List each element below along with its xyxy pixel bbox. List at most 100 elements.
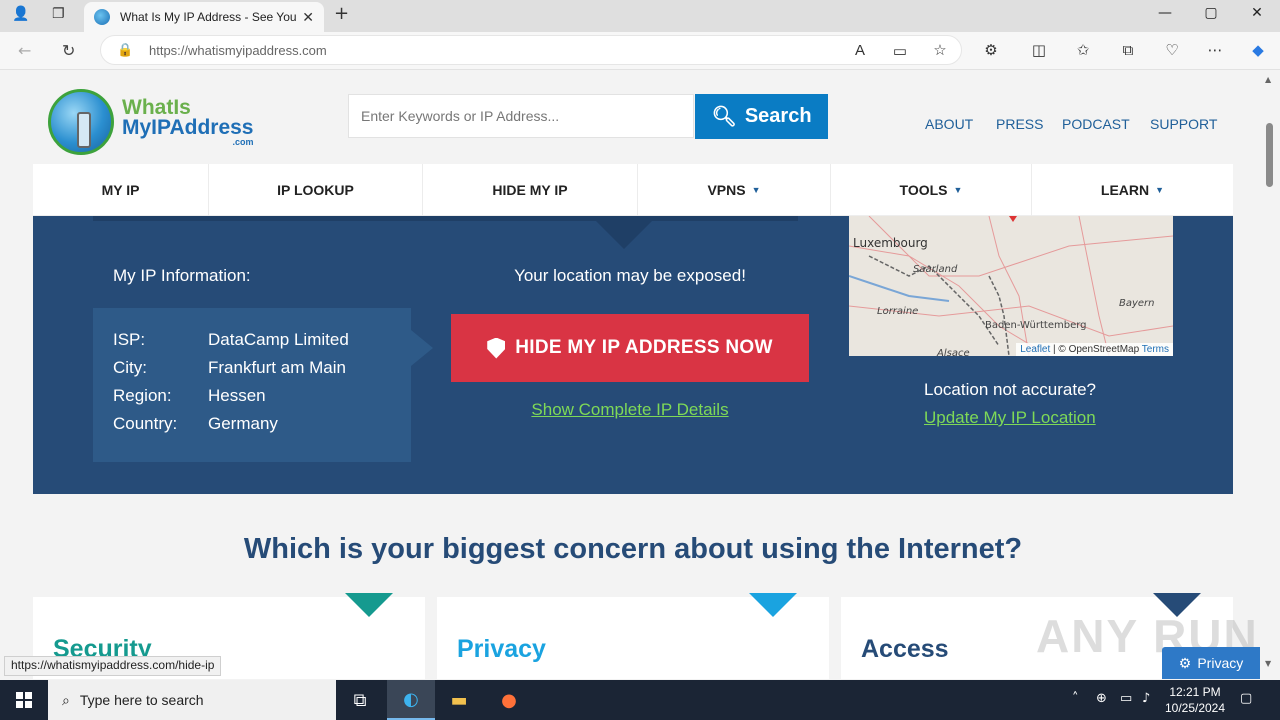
volume-icon[interactable]: ♪ [1142, 691, 1150, 706]
nav-hide-my-ip[interactable]: HIDE MY IP [423, 164, 638, 216]
about-link[interactable]: ABOUT [925, 116, 973, 132]
search-icon: 🔍︎ [711, 106, 737, 128]
hero-top-bar [93, 216, 798, 221]
nav-learn[interactable]: LEARN ▼ [1032, 164, 1233, 216]
nav-ip-lookup[interactable]: IP LOOKUP [209, 164, 423, 216]
windows-logo-icon [16, 692, 32, 708]
more-menu-icon[interactable]: ⋯ [1204, 41, 1226, 59]
search-button[interactable]: 🔍︎ Search [695, 94, 828, 139]
taskbar-search-placeholder: Type here to search [79, 692, 204, 708]
read-aloud-icon[interactable]: A [849, 42, 871, 59]
page-scrollbar[interactable]: ▲ ▼ [1262, 71, 1280, 679]
exposed-warning: Your location may be exposed! [514, 266, 746, 285]
location-question: Location not accurate? [924, 380, 1097, 399]
country-key: Country: [113, 414, 178, 433]
minimize-button[interactable]: — [1150, 5, 1180, 21]
hide-button-label: HIDE MY IP ADDRESS NOW [515, 337, 773, 358]
card-title: Privacy [457, 635, 546, 663]
clock-date: 10/25/2024 [1164, 701, 1226, 715]
nav-label: TOOLS [899, 182, 948, 198]
logo-line-1: WhatIs [122, 95, 191, 119]
isp-value: DataCamp Limited [208, 330, 349, 349]
privacy-label: Privacy [1197, 655, 1244, 671]
web-page: WhatIs MyIPAddress .com Enter Keywords o… [0, 71, 1262, 679]
ip-info-box: ISP: DataCamp Limited City: Frankfurt am M… [93, 308, 433, 462]
profile-icon[interactable]: 👤 [12, 6, 29, 22]
show-details-link[interactable]: Show Complete IP Details [451, 400, 809, 420]
address-toolbar: ← ↻ 🔒 https://whatismyipaddress.com A ▭ … [0, 32, 1280, 70]
scrollbar-thumb[interactable] [1266, 123, 1273, 187]
map-label: Bayern [1119, 298, 1155, 309]
tab-actions-icon[interactable]: ❐ [52, 6, 65, 22]
concern-heading: Which is your biggest concern about usin… [243, 533, 1023, 565]
refresh-icon[interactable]: ↻ [62, 41, 75, 60]
hide-my-ip-button[interactable]: HIDE MY IP ADDRESS NOW [451, 314, 809, 382]
map-attribution: Leaflet | © OpenStreetMap Terms [1016, 343, 1173, 356]
close-window-button[interactable]: ✕ [1242, 5, 1272, 21]
performance-icon[interactable]: ♡ [1161, 41, 1183, 59]
card-triangle [345, 593, 393, 617]
region-value: Hessen [208, 386, 266, 405]
browser-tab-strip: 👤 ❐ What Is My IP Address - See Your ✕ +… [0, 0, 1280, 32]
task-view-icon[interactable]: ⧉ [336, 680, 384, 720]
press-link[interactable]: PRESS [996, 116, 1043, 132]
maximize-button[interactable]: ▢ [1196, 5, 1226, 21]
windows-taskbar: ⌕ Type here to search ⧉ ◐ ▬ ● ˄ ⊕ ▭ ♪ 12… [0, 680, 1280, 720]
search-icon: ⌕ [62, 691, 70, 708]
map-label: Luxembourg [853, 236, 928, 250]
new-tab-button[interactable]: + [334, 3, 349, 24]
url-text: https://whatismyipaddress.com [149, 42, 327, 58]
terms-link[interactable]: Terms [1142, 344, 1169, 355]
nav-label: VPNS [707, 182, 746, 198]
logo-line-2: MyIPAddress [122, 115, 254, 139]
privacy-card[interactable]: Privacy [437, 593, 829, 679]
caret-down-icon: ▼ [953, 185, 963, 195]
copilot-icon[interactable]: ◆ [1247, 41, 1269, 59]
nav-tools[interactable]: TOOLS ▼ [831, 164, 1032, 216]
ip-info-hero: My IP Information: ISP: DataCamp Limited … [33, 216, 1233, 494]
edge-icon[interactable]: ◐ [387, 680, 435, 720]
lock-icon: 🔒 [117, 42, 134, 57]
firefox-icon[interactable]: ● [485, 680, 533, 720]
extensions-icon[interactable]: ⚙ [980, 41, 1002, 59]
site-favicon-icon [94, 9, 110, 25]
leaflet-link[interactable]: Leaflet [1020, 344, 1050, 355]
taskbar-clock[interactable]: 12:21 PM 10/25/2024 [1158, 684, 1232, 716]
start-button[interactable] [0, 680, 48, 720]
card-triangle [749, 593, 797, 617]
site-logo[interactable]: WhatIs MyIPAddress .com [48, 89, 254, 155]
network-icon[interactable]: ▭ [1120, 691, 1132, 706]
notifications-icon[interactable]: ▢ [1240, 691, 1252, 706]
tab-close-icon[interactable]: ✕ [302, 9, 314, 26]
nav-label: MY IP [101, 182, 140, 198]
map-label: Lorraine [877, 306, 919, 317]
file-explorer-icon[interactable]: ▬ [435, 680, 483, 720]
logo-line-3: .com [232, 136, 254, 147]
favorite-star-icon[interactable]: ☆ [929, 41, 951, 59]
update-location-link[interactable]: Update My IP Location [924, 408, 1096, 428]
support-link[interactable]: SUPPORT [1150, 116, 1217, 132]
tray-app-icon[interactable]: ⊕ [1096, 691, 1107, 706]
region-row: Region: Hessen [113, 386, 266, 406]
immersive-reader-icon[interactable]: ▭ [889, 42, 911, 60]
taskbar-search[interactable]: ⌕ Type here to search [48, 680, 336, 720]
privacy-settings-button[interactable]: ⚙ Privacy [1162, 647, 1260, 679]
hero-notch [596, 221, 652, 249]
split-screen-icon[interactable]: ◫ [1028, 41, 1050, 59]
location-map[interactable]: Luxembourg Saarland Lorraine Bayern Bade… [849, 216, 1173, 356]
tray-chevron-icon[interactable]: ˄ [1072, 691, 1079, 706]
nav-my-ip[interactable]: MY IP [33, 164, 209, 216]
back-icon[interactable]: ← [18, 41, 31, 60]
map-label: Alsace [937, 348, 970, 356]
info-box-arrow [411, 330, 433, 366]
favorites-icon[interactable]: ✩ [1072, 41, 1094, 59]
podcast-link[interactable]: PODCAST [1062, 116, 1130, 132]
search-input[interactable]: Enter Keywords or IP Address... [348, 94, 694, 138]
scroll-up-icon[interactable]: ▲ [1265, 75, 1271, 84]
nav-vpns[interactable]: VPNS ▼ [638, 164, 831, 216]
globe-logo-icon [48, 89, 114, 155]
scroll-down-icon[interactable]: ▼ [1265, 659, 1271, 668]
collections-icon[interactable]: ⧉ [1117, 41, 1139, 59]
browser-tab[interactable]: What Is My IP Address - See Your ✕ [84, 2, 324, 32]
url-field[interactable]: 🔒 https://whatismyipaddress.com A ▭ ☆ [100, 35, 962, 65]
